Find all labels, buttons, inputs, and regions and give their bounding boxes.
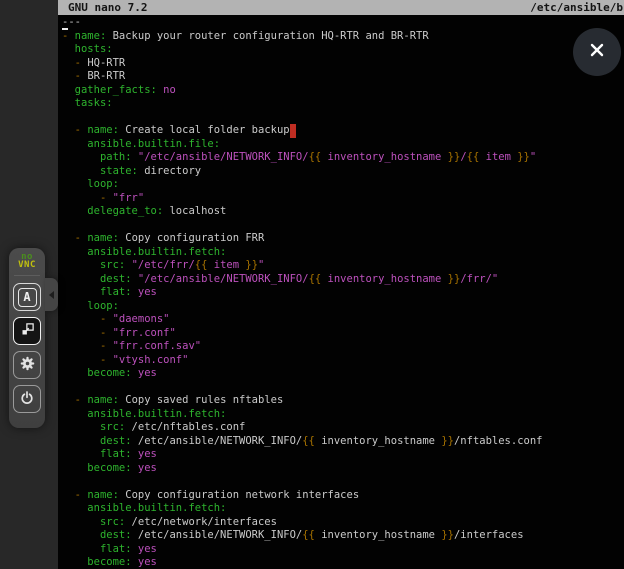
editor-line: path: "/etc/ansible/NETWORK_INFO/{{ inve… [62, 151, 624, 165]
editor-line: tasks: [62, 97, 624, 111]
editor-line: hosts: [62, 43, 624, 57]
text-cursor [290, 124, 296, 138]
terminal-window: GNU nano 7.2 /etc/ansible/b ---- name: B… [58, 0, 624, 569]
editor-line: ansible.builtin.fetch: [62, 246, 624, 260]
editor-line: - HQ-RTR [62, 57, 624, 71]
editor-line: become: yes [62, 367, 624, 381]
editor-line: src: "/etc/frr/{{ item }}" [62, 259, 624, 273]
editor-line: loop: [62, 178, 624, 192]
editor-line: src: /etc/network/interfaces [62, 516, 624, 530]
editor-content[interactable]: ---- name: Backup your router configurat… [58, 15, 624, 569]
nano-file-path: /etc/ansible/b [530, 0, 623, 15]
editor-line: - name: Copy configuration FRR [62, 232, 624, 246]
editor-line: - "vtysh.conf" [62, 354, 624, 368]
power-button[interactable] [13, 385, 41, 413]
novnc-logo: no VNC [18, 253, 36, 269]
editor-line: - name: Copy saved rules nftables [62, 394, 624, 408]
editor-line: gather_facts: no [62, 84, 624, 98]
editor-line: flat: yes [62, 448, 624, 462]
editor-line: ansible.builtin.fetch: [62, 408, 624, 422]
power-icon [19, 390, 35, 409]
editor-line: - "frr" [62, 192, 624, 206]
editor-line [62, 381, 624, 395]
editor-line: flat: yes [62, 543, 624, 557]
chevron-left-icon [49, 291, 54, 299]
editor-line: ansible.builtin.fetch: [62, 502, 624, 516]
editor-line: - name: Backup your router configuration… [62, 30, 624, 44]
nano-titlebar: GNU nano 7.2 /etc/ansible/b [58, 0, 624, 15]
editor-line [62, 219, 624, 233]
editor-line: dest: "/etc/ansible/NETWORK_INFO/{{ inve… [62, 273, 624, 287]
editor-line: - BR-RTR [62, 70, 624, 84]
vnc-panel-handle[interactable] [45, 278, 58, 311]
editor-line: - name: Copy configuration network inter… [62, 489, 624, 503]
editor-line: flat: yes [62, 286, 624, 300]
editor-line [62, 475, 624, 489]
editor-line: - "frr.conf" [62, 327, 624, 341]
fullscreen-button[interactable] [13, 317, 41, 345]
nano-app-version: GNU nano 7.2 [68, 0, 147, 15]
editor-line: - "frr.conf.sav" [62, 340, 624, 354]
editor-line: --- [62, 16, 624, 30]
vnc-desktop: GNU nano 7.2 /etc/ansible/b ---- name: B… [0, 0, 624, 569]
novnc-logo-line2: VNC [18, 261, 36, 269]
editor-line [62, 111, 624, 125]
editor-line: become: yes [62, 462, 624, 476]
editor-line: loop: [62, 300, 624, 314]
editor-line: - "daemons" [62, 313, 624, 327]
divider [14, 275, 40, 276]
editor-line: ansible.builtin.file: [62, 138, 624, 152]
editor-line: delegate_to: localhost [62, 205, 624, 219]
extra-keys-button[interactable]: A [13, 283, 41, 311]
editor-line: src: /etc/nftables.conf [62, 421, 624, 435]
close-button[interactable] [573, 28, 621, 76]
fullscreen-icon [20, 322, 35, 340]
editor-line: dest: /etc/ansible/NETWORK_INFO/{{ inven… [62, 435, 624, 449]
editor-line: state: directory [62, 165, 624, 179]
close-icon [588, 41, 606, 63]
editor-line: - name: Create local folder backup [62, 124, 624, 138]
vnc-control-bar: no VNC A [9, 248, 45, 428]
keyboard-key-icon: A [18, 288, 37, 307]
editor-line: dest: /etc/ansible/NETWORK_INFO/{{ inven… [62, 529, 624, 543]
gear-icon [19, 355, 36, 375]
settings-button[interactable] [13, 351, 41, 379]
editor-line: become: yes [62, 556, 624, 569]
